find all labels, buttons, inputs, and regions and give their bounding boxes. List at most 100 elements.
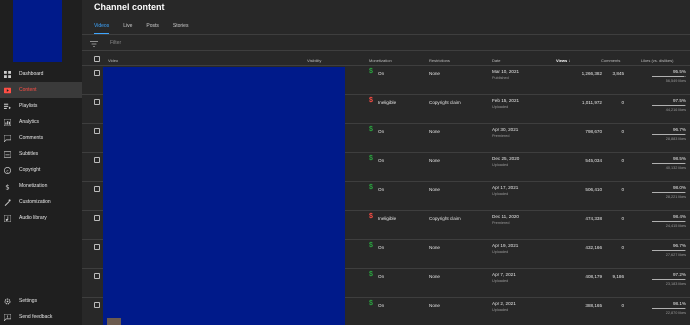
likes-ratio-bar [652,308,686,309]
sidebar-item-monetization[interactable]: $ Monetization [0,178,82,194]
likes-ratio-fill [652,308,686,309]
tab-posts[interactable]: Posts [146,20,159,34]
likes-percent: 96.7% [672,127,686,132]
customization-icon [4,198,11,206]
playlists-icon [4,103,11,110]
sidebar-item-label: Copyright [19,167,41,173]
tab-stories[interactable]: Stories [173,20,189,34]
sidebar-item-label: Playlists [19,103,38,109]
sidebar-item-audio-library[interactable]: Audio library [0,210,82,226]
date-status: Uploaded [492,163,509,167]
likes-ratio-bar [652,279,686,280]
likes-ratio-fill [652,192,686,193]
sidebar-item-dashboard[interactable]: Dashboard [0,66,82,82]
comments-icon [4,134,11,142]
likes-percent: 97.2% [672,272,686,277]
likes-ratio-fill [652,250,685,251]
likes-count: 27,627 likes [665,253,686,257]
copyright-icon: c [4,166,11,174]
likes-percent: 96.7% [672,243,686,248]
content-tabs: Videos Live Posts Stories [94,20,202,34]
date-status: Uploaded [492,279,509,283]
likes-ratio-bar [652,105,686,106]
svg-text:$: $ [5,183,9,190]
likes-percent: 97.5% [672,98,686,103]
column-visibility[interactable]: Visibility [307,58,321,63]
feedback-icon [4,313,11,321]
column-views[interactable]: Views ↓ [556,58,570,63]
likes-count: 23,183 likes [665,282,686,286]
date-status: Premiered [492,221,510,225]
sidebar-item-label: Audio library [19,215,47,221]
column-video[interactable]: Video [108,58,118,63]
video-thumbnail[interactable] [107,318,121,325]
likes-ratio-fill [652,76,685,77]
sidebar-item-label: Dashboard [19,71,44,77]
sidebar-item-comments[interactable]: Comments [0,130,82,146]
sidebar-item-label: Send feedback [19,314,53,320]
likes-count: 22,870 likes [665,311,686,315]
sidebar-item-label: Analytics [19,119,40,125]
likes-count: 24,415 likes [665,224,686,228]
column-comments[interactable]: Comments [601,58,620,63]
select-all-checkbox[interactable] [94,56,100,62]
gear-icon [4,298,11,305]
likes-ratio-bar [652,250,686,251]
divider [82,34,690,35]
channel-avatar[interactable] [13,0,62,62]
redacted-video-area [103,67,345,325]
likes-ratio-fill [652,134,685,135]
sidebar-item-label: Subtitles [19,151,39,157]
column-restrictions[interactable]: Restrictions [429,58,450,63]
likes-ratio-fill [652,279,686,280]
sidebar-item-settings[interactable]: Settings [0,293,82,309]
date-status: Premiered [492,134,510,138]
svg-text:c: c [6,168,9,173]
likes-count: 28,221 likes [665,195,686,199]
column-monetization[interactable]: Monetization [369,58,392,63]
sidebar-item-send-feedback[interactable]: Send feedback [0,309,82,325]
likes-percent: 98.5% [672,156,686,161]
date-status: Uploaded [492,105,509,109]
column-date[interactable]: Date [492,58,500,63]
content-icon [4,87,11,94]
likes-ratio-bar [652,192,686,193]
sidebar-item-content[interactable]: Content [0,82,82,98]
likes-ratio-fill [652,163,686,164]
column-likes[interactable]: Likes (vs. dislikes) [641,58,673,63]
likes-count: 44,216 likes [665,108,686,112]
sidebar-item-label: Comments [19,135,44,141]
sidebar-item-copyright[interactable]: c Copyright [0,162,82,178]
monetization-icon: $ [4,183,11,190]
date-status: Uploaded [492,308,509,312]
sidebar-item-label: Settings [19,298,38,304]
sidebar-item-subtitles[interactable]: Subtitles [0,146,82,162]
filter-input[interactable] [110,40,210,46]
date-status: Uploaded [492,192,509,196]
analytics-icon [4,118,11,126]
likes-count: 28,883 likes [665,137,686,141]
sidebar-item-label: Customization [19,199,51,205]
tab-videos[interactable]: Videos [94,20,110,34]
likes-count: 56,549 likes [665,79,686,83]
sidebar-item-playlists[interactable]: Playlists [0,98,82,114]
sidebar-item-analytics[interactable]: Analytics [0,114,82,130]
likes-percent: 95.5% [672,69,686,74]
sidebar-item-customization[interactable]: Customization [0,194,82,210]
sidebar-item-label: Monetization [19,183,48,189]
likes-ratio-bar [652,221,686,222]
tab-live[interactable]: Live [123,20,132,34]
likes-percent: 98.0% [672,185,686,190]
likes-ratio-bar [652,163,686,164]
likes-ratio-fill [652,105,686,106]
audio-library-icon [4,214,11,222]
likes-percent: 98.4% [672,214,686,219]
sidebar: Dashboard Content Playlists Analytics Co… [0,0,82,325]
likes-ratio-fill [652,221,686,222]
likes-percent: 98.1% [672,301,686,306]
likes-ratio-bar [652,134,686,135]
divider [82,50,690,51]
likes-count: 40,132 likes [665,166,686,170]
likes-ratio-bar [652,76,686,77]
page-title: Channel content [94,2,165,12]
